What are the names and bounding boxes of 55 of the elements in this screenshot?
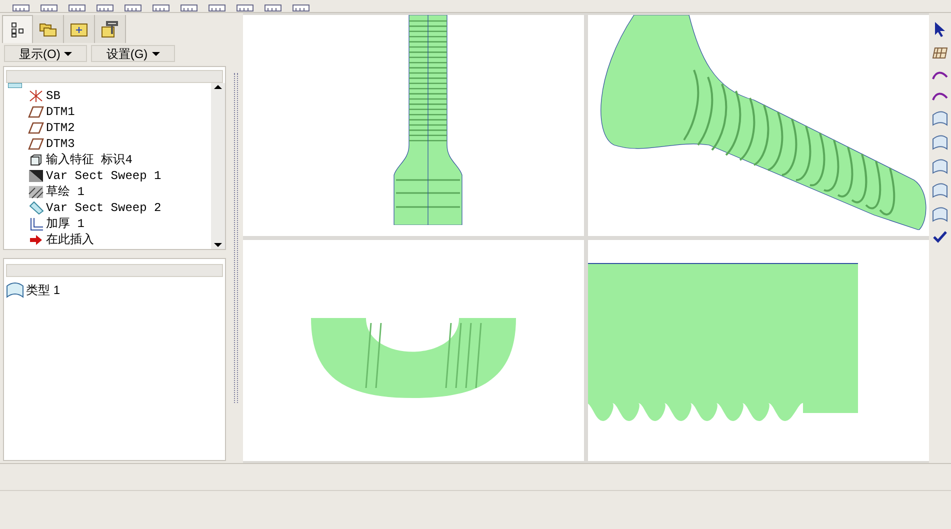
scrollbar[interactable] [211,83,225,249]
dropdown-menu[interactable]: 设置(G) [91,45,175,62]
bracket-icon [28,217,44,231]
tree-item[interactable]: 草绘 1 [46,184,84,200]
hatch-icon [28,185,44,199]
tree-item[interactable]: Var Sect Sweep 1 [46,168,162,184]
surface-icon[interactable] [932,135,948,150]
tree-icon [10,22,24,38]
sweep-icon [28,169,44,183]
check-icon[interactable] [933,231,947,243]
curve-icon[interactable] [932,69,948,81]
ruler-icon[interactable] [124,4,142,12]
caret-icon [152,52,160,56]
ruler-icon[interactable] [180,4,198,12]
ruler-icon[interactable] [40,4,58,12]
plane-icon [28,105,44,119]
cube-icon [28,153,44,167]
ruler-icon[interactable] [264,4,282,12]
curve-icon[interactable] [932,90,948,102]
surface-icon[interactable] [932,111,948,126]
tree-item[interactable]: DTM1 [46,104,75,120]
ruler-icon[interactable] [292,4,310,12]
pointer-icon[interactable] [933,21,947,37]
tree-item[interactable]: 输入特征 标识4 [46,152,132,168]
ruler-icon[interactable] [208,4,226,12]
arrow-icon [28,233,44,247]
axes-icon [28,89,44,103]
ruler-icon[interactable] [152,4,170,12]
grid-icon[interactable] [932,46,948,60]
hammer-folder-icon [101,20,119,38]
tree-item[interactable]: SB [46,88,60,104]
surface-icon [6,282,24,298]
layer-item[interactable]: 类型 1 [26,281,60,299]
tree-item[interactable]: 在此插入 [46,232,94,248]
tree-item[interactable]: DTM3 [46,136,75,152]
ruler-icon[interactable] [236,4,254,12]
tree-item[interactable]: 加厚 1 [46,216,84,232]
plane-icon [28,137,44,151]
plane-icon [28,121,44,135]
surface-icon[interactable] [932,207,948,222]
scroll-down-icon [214,243,222,247]
navigator-tab[interactable] [95,15,126,43]
surface-icon[interactable] [932,159,948,174]
sweep-icon [28,201,44,215]
ruler-icon[interactable] [12,4,30,12]
ruler-icon[interactable] [68,4,86,12]
ruler-icon[interactable] [96,4,114,12]
caret-icon [64,52,72,56]
folders-icon [39,21,57,37]
scroll-up-icon [214,85,222,89]
tree-item[interactable]: DTM2 [46,120,75,136]
navigator-tab[interactable] [2,15,33,43]
surface-icon[interactable] [932,183,948,198]
dropdown-menu[interactable]: 显示(O) [4,45,88,62]
tree-item[interactable]: Var Sect Sweep 2 [46,200,162,216]
